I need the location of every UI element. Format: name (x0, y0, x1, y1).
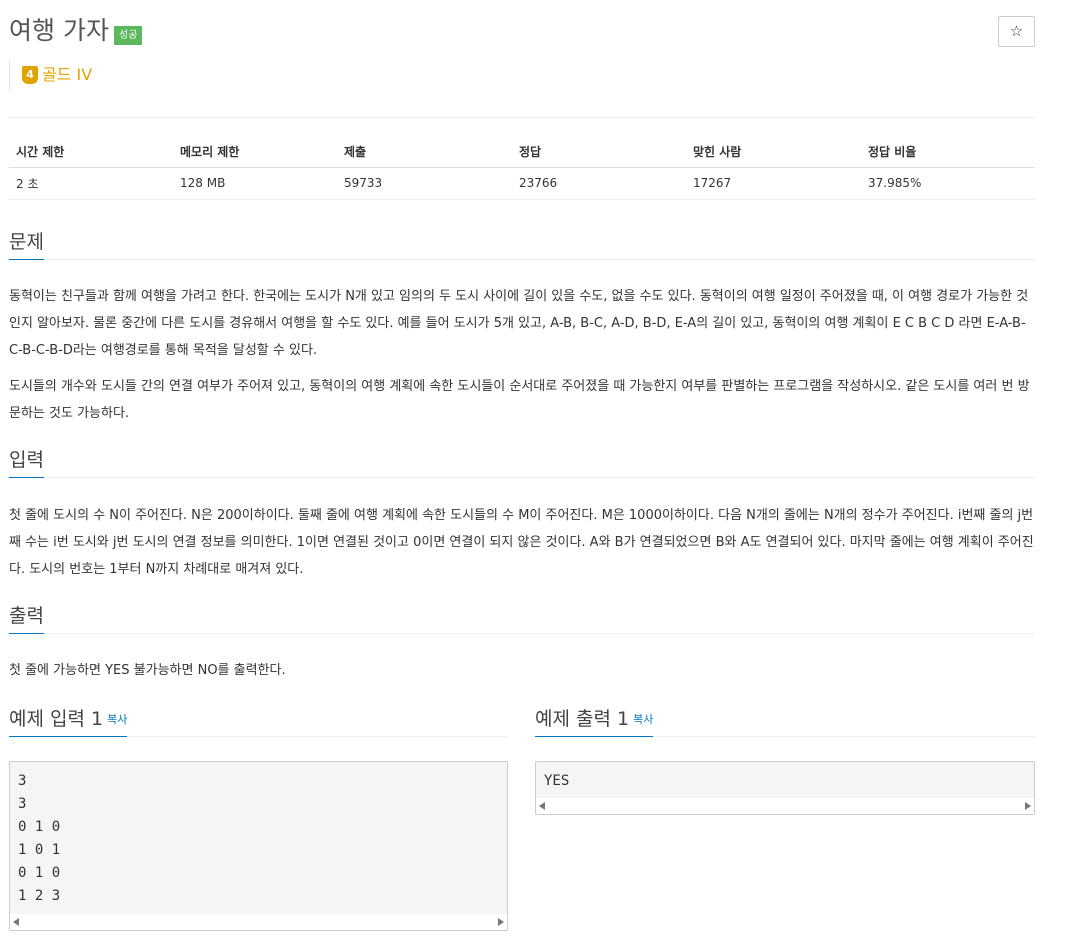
input-description: 첫 줄에 도시의 수 N이 주어진다. N은 200이하이다. 둘째 줄에 여행… (9, 508, 1034, 577)
copy-output-button[interactable]: 복사 (633, 713, 653, 726)
scroll-right-icon[interactable] (498, 918, 504, 926)
header-memory-limit: 메모리 제한 (173, 137, 337, 168)
sample-output-scrollbar[interactable] (536, 798, 1034, 814)
accepted-value[interactable]: 23766 (512, 167, 686, 200)
sample-output-box[interactable]: YES (535, 761, 1035, 815)
header-submissions: 제출 (337, 137, 512, 168)
input-section-header: 입력 (9, 448, 1035, 478)
accept-ratio-value: 37.985% (861, 167, 1035, 200)
copy-input-button[interactable]: 복사 (107, 713, 127, 726)
sample-input-title-text: 예제 입력 1 (9, 708, 104, 730)
tier-label: 골드 IV (42, 65, 93, 84)
problem-info-table: 시간 제한 메모리 제한 제출 정답 맞힌 사람 정답 비율 2 초 128 M… (9, 137, 1035, 200)
problem-title: 여행 가자 (9, 16, 109, 45)
sample-input-header: 예제 입력 1 복사 (9, 707, 507, 737)
problem-header: 여행 가자 성공 ☆ 4 골드 IV (9, 14, 1035, 104)
header-solved-users: 맞힌 사람 (686, 137, 861, 168)
memory-limit-value: 128 MB (173, 167, 337, 200)
sample-input-box[interactable]: 3 3 0 1 0 1 0 1 0 1 0 1 2 3 (9, 761, 508, 931)
problem-section-header: 문제 (9, 230, 1035, 260)
output-section-header: 출력 (9, 604, 1035, 634)
status-badge: 성공 (114, 26, 143, 45)
sample-output-text: YES (544, 773, 570, 789)
submissions-value[interactable]: 59733 (337, 167, 512, 200)
scroll-right-icon[interactable] (1025, 802, 1031, 810)
header-divider (9, 117, 1035, 118)
header-accepted: 정답 (512, 137, 686, 168)
scroll-left-icon[interactable] (539, 802, 545, 810)
solved-users-value[interactable]: 17267 (686, 167, 861, 200)
header-accept-ratio: 정답 비율 (861, 137, 1035, 168)
time-limit-value: 2 초 (9, 167, 173, 200)
gold-tier-icon: 4 (22, 66, 38, 84)
sample-output-title-text: 예제 출력 1 (535, 708, 630, 730)
sample-output-title: 예제 출력 1 복사 (535, 707, 654, 737)
sample-output-header: 예제 출력 1 복사 (535, 707, 1035, 737)
tier-info[interactable]: 4 골드 IV (9, 60, 92, 90)
table-row: 2 초 128 MB 59733 23766 17267 37.985% (9, 167, 1035, 200)
output-description: 첫 줄에 가능하면 YES 불가능하면 NO를 출력한다. (9, 663, 286, 678)
problem-description-2: 도시들의 개수와 도시들 간의 연결 여부가 주어져 있고, 동혁이의 여행 계… (9, 379, 1030, 421)
header-time-limit: 시간 제한 (9, 137, 173, 168)
problem-section-title: 문제 (9, 230, 44, 260)
scroll-left-icon[interactable] (13, 918, 19, 926)
input-section-title: 입력 (9, 448, 44, 478)
problem-description-1: 동혁이는 친구들과 함께 여행을 가려고 한다. 한국에는 도시가 N개 있고 … (9, 289, 1029, 358)
star-icon[interactable]: ☆ (998, 16, 1035, 47)
table-header-row: 시간 제한 메모리 제한 제출 정답 맞힌 사람 정답 비율 (9, 137, 1035, 168)
output-section-title: 출력 (9, 604, 44, 634)
sample-input-scrollbar[interactable] (10, 914, 507, 930)
sample-input-title: 예제 입력 1 복사 (9, 707, 128, 737)
sample-input-text: 3 3 0 1 0 1 0 1 0 1 0 1 2 3 (18, 773, 61, 904)
